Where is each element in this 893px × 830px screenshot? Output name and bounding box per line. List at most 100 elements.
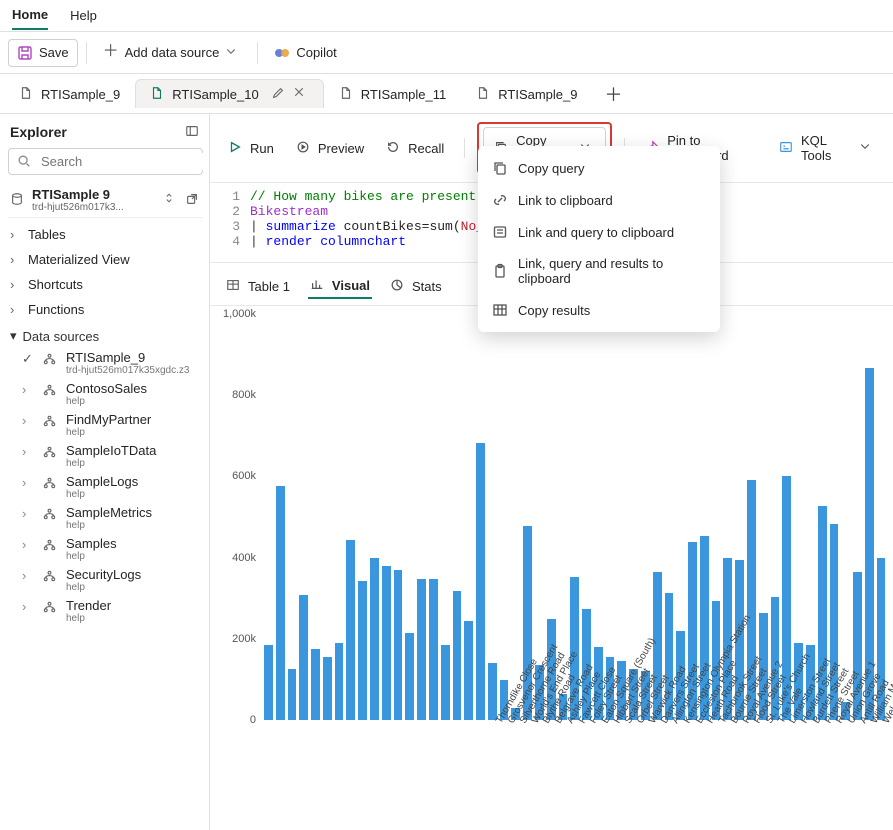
dd-label: Copy results <box>518 303 590 318</box>
data-source-item[interactable]: ✓ RTISample_9trd-hjut526m017k35xgdc.z3 <box>8 348 203 379</box>
recall-icon <box>386 140 402 156</box>
new-tab-button[interactable]: ＋ <box>593 75 635 113</box>
tree-section[interactable]: ›Functions <box>8 297 203 322</box>
chart-bar[interactable] <box>417 579 426 720</box>
menu-help[interactable]: Help <box>70 2 97 29</box>
file-icon <box>476 86 492 102</box>
file-tab-1[interactable]: RTISample_10 <box>135 79 323 108</box>
separator <box>257 42 258 64</box>
chart-bar[interactable] <box>405 633 414 720</box>
chevron-right-icon: › <box>22 475 34 490</box>
tab-table[interactable]: Table 1 <box>224 274 292 298</box>
chevron-right-icon: › <box>22 382 34 397</box>
dd-link-query[interactable]: Link and query to clipboard <box>478 216 720 248</box>
data-source-item[interactable]: ›SampleIoTDatahelp <box>8 441 203 472</box>
ds-name: RTISample_9 <box>66 351 189 365</box>
chart-bar[interactable] <box>370 558 379 720</box>
check-icon: ✓ <box>22 351 34 367</box>
data-source-item[interactable]: ›SecurityLogshelp <box>8 565 203 596</box>
chart-bar[interactable] <box>276 486 285 720</box>
y-tick: 200k <box>232 633 256 645</box>
db-sub: trd-hjut526m017k3... <box>32 202 157 213</box>
preview-icon <box>296 140 312 156</box>
explorer-title: Explorer <box>10 124 67 140</box>
data-source-item[interactable]: ›ContosoSaleshelp <box>8 379 203 410</box>
add-data-source-button[interactable]: ＋ Add data source <box>95 40 250 66</box>
database-icon <box>10 192 26 208</box>
chart-bar[interactable] <box>335 643 344 720</box>
dd-label: Copy query <box>518 161 584 176</box>
chevron-right-icon: › <box>22 568 34 583</box>
run-label: Run <box>250 141 274 156</box>
dd-label: Link to clipboard <box>518 193 613 208</box>
chart-bar[interactable] <box>429 579 438 720</box>
ds-name: ContosoSales <box>66 382 147 396</box>
file-tab-0[interactable]: RTISample_9 <box>4 79 135 108</box>
connection-icon <box>42 568 58 584</box>
tab-visual[interactable]: Visual <box>308 273 372 299</box>
file-tab-3[interactable]: RTISample_9 <box>461 79 592 108</box>
chart-bar[interactable] <box>299 595 308 720</box>
data-source-item[interactable]: ›Sampleshelp <box>8 534 203 565</box>
separator <box>86 42 87 64</box>
chevron-down-icon: ▾ <box>10 328 17 344</box>
search-input[interactable] <box>39 153 210 170</box>
close-icon[interactable] <box>293 86 309 102</box>
save-button[interactable]: Save <box>8 39 78 67</box>
tree-section[interactable]: ›Tables <box>8 222 203 247</box>
kql-tools-button[interactable]: KQL Tools <box>771 128 883 168</box>
database-selector[interactable]: RTISample 9 trd-hjut526m017k3... <box>8 183 203 218</box>
updown-icon[interactable] <box>163 192 179 208</box>
dd-copy-results[interactable]: Copy results <box>478 294 720 326</box>
link-icon <box>492 192 508 208</box>
dd-copy-query[interactable]: Copy query <box>478 152 720 184</box>
copilot-button[interactable]: Copilot <box>266 40 344 66</box>
table-icon <box>492 302 508 318</box>
chart-bar[interactable] <box>382 566 391 720</box>
stats-icon <box>390 278 406 294</box>
dd-link[interactable]: Link to clipboard <box>478 184 720 216</box>
data-source-item[interactable]: ›SampleMetricshelp <box>8 503 203 534</box>
search-field[interactable] <box>8 148 203 175</box>
chart-bar[interactable] <box>264 645 273 720</box>
file-tab-label: RTISample_11 <box>361 87 447 102</box>
tree-section[interactable]: ›Materialized View <box>8 247 203 272</box>
ds-name: Samples <box>66 537 117 551</box>
connection-icon <box>42 413 58 429</box>
tree-section[interactable]: ›Shortcuts <box>8 272 203 297</box>
data-source-item[interactable]: ›FindMyPartnerhelp <box>8 410 203 441</box>
y-axis: 0200k400k600k800k1,000k <box>222 314 260 720</box>
data-sources-header[interactable]: ▾ Data sources <box>8 322 203 348</box>
run-button[interactable]: Run <box>220 135 282 161</box>
file-tab-2[interactable]: RTISample_11 <box>324 79 462 108</box>
data-source-item[interactable]: ›SampleLogshelp <box>8 472 203 503</box>
tab-stats-label: Stats <box>412 279 442 294</box>
menu-home[interactable]: Home <box>12 1 48 30</box>
data-source-item[interactable]: ›Trenderhelp <box>8 596 203 627</box>
chart-bar[interactable] <box>323 657 332 720</box>
chart-bar[interactable] <box>311 649 320 720</box>
chart-bar[interactable] <box>488 663 497 720</box>
chart-bar[interactable] <box>476 443 485 720</box>
recall-button[interactable]: Recall <box>378 135 452 161</box>
popout-icon[interactable] <box>185 192 201 208</box>
chart-bar[interactable] <box>441 645 450 720</box>
chart-bar[interactable] <box>346 540 355 720</box>
chart-bar[interactable] <box>288 669 297 720</box>
ds-sub: help <box>66 613 111 624</box>
search-icon <box>17 154 33 170</box>
collapse-icon[interactable] <box>185 124 201 140</box>
edit-icon[interactable] <box>271 86 287 102</box>
preview-button[interactable]: Preview <box>288 135 372 161</box>
tree-label: Tables <box>28 227 66 242</box>
tab-visual-label: Visual <box>332 278 370 293</box>
chart-bar[interactable] <box>394 570 403 720</box>
chart-bar[interactable] <box>358 581 367 720</box>
save-label: Save <box>39 45 69 60</box>
ds-sub: trd-hjut526m017k35xgdc.z3 <box>66 365 189 376</box>
tab-stats[interactable]: Stats <box>388 274 444 298</box>
chart-bar[interactable] <box>464 621 473 720</box>
chart-bar[interactable] <box>453 591 462 720</box>
dd-link-query-results[interactable]: Link, query and results to clipboard <box>478 248 720 294</box>
chart-area: 0200k400k600k800k1,000k Thorndike CloseG… <box>210 306 893 830</box>
